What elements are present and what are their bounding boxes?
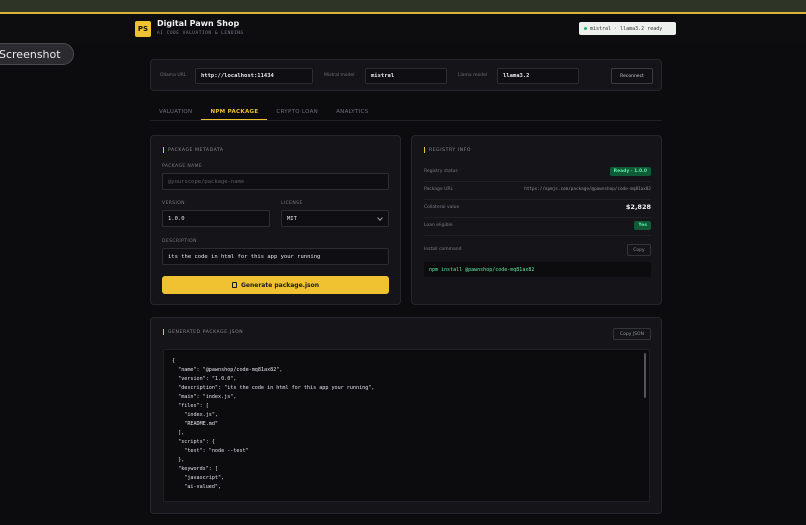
registry-status-badge: Ready · 1.0.0: [609, 166, 651, 176]
package-url-label: Package URL: [424, 186, 454, 192]
divider: [424, 235, 651, 236]
package-name-input[interactable]: @yourscope/package-name: [162, 173, 389, 190]
mistral-model-input[interactable]: mistral: [365, 68, 447, 84]
tab-valuation[interactable]: VALUATION: [150, 104, 201, 120]
code-line: "description": "its the code in html for…: [172, 385, 375, 391]
collateral-value: $2,828: [625, 203, 651, 211]
code-line: "keywords": [: [172, 466, 219, 472]
code-scrollbar[interactable]: [644, 353, 646, 398]
json-code-viewer[interactable]: { "name": "@pawnshop/code-mq81ax82", "ve…: [163, 349, 650, 502]
app-header: [0, 16, 806, 44]
loan-eligible-badge: Yes: [634, 220, 651, 230]
code-line: "scripts": {: [172, 439, 215, 445]
reconnect-button[interactable]: Reconnect: [611, 68, 653, 84]
registry-status-row: Registry status Ready · 1.0.0: [424, 165, 651, 177]
package-name-label: PACKAGE NAME: [162, 164, 203, 169]
license-value: MIT: [287, 215, 297, 222]
llama-model-input[interactable]: llama3.2: [497, 68, 579, 84]
code-line: "main": "index.js",: [172, 394, 237, 400]
tab-npm-package[interactable]: NPM PACKAGE: [201, 104, 268, 120]
connection-config-panel: Ollama URL http://localhost:11434 Mistra…: [150, 59, 662, 91]
ollama-url-label: Ollama URL: [160, 73, 187, 78]
install-command-box: npm install @pawnshop/code-mq81ax82: [424, 262, 651, 277]
screenshot-overlay-button[interactable]: Screenshot: [0, 43, 74, 65]
code-line: "index.js",: [172, 412, 219, 418]
install-command-label: Install command: [424, 247, 462, 252]
divider: [424, 199, 651, 200]
registry-info-panel: REGISTRY INFO Registry status Ready · 1.…: [411, 135, 662, 305]
code-line: "test": "node --test": [172, 448, 249, 454]
generated-json-title: GENERATED PACKAGE.JSON: [163, 329, 243, 335]
license-label: LICENSE: [281, 201, 303, 206]
collateral-row: Collateral value $2,828: [424, 201, 651, 213]
main-tabs: VALUATION NPM PACKAGE CRYPTO LOAN ANALYT…: [150, 104, 377, 120]
tabs-divider: [150, 120, 662, 121]
package-metadata-title: PACKAGE METADATA: [163, 147, 224, 153]
model-status-badge: mistral · llama3.2 ready: [579, 22, 676, 35]
code-line: "ai-valued",: [172, 484, 222, 490]
code-line: {: [172, 358, 176, 364]
version-label: VERSION: [162, 201, 185, 206]
code-line: },: [172, 457, 185, 463]
llama-model-label: Llama model: [458, 73, 488, 78]
tab-crypto-loan[interactable]: CRYPTO LOAN: [267, 104, 327, 120]
package-url-value[interactable]: https://npmjs.com/package/@pawnshop/code…: [524, 187, 651, 192]
app-title: Digital Pawn Shop: [157, 19, 240, 28]
document-icon: [232, 282, 237, 288]
code-line: "version": "1.0.0",: [172, 376, 237, 382]
generate-button-label: Generate package.json: [241, 281, 319, 289]
registry-info-title: REGISTRY INFO: [424, 147, 471, 153]
generated-package-json-panel: GENERATED PACKAGE.JSON Copy JSON { "name…: [150, 317, 662, 514]
registry-status-label: Registry status: [424, 168, 458, 174]
chevron-down-icon: [377, 215, 383, 221]
mistral-model-label: Mistral model: [324, 73, 355, 78]
copy-json-button[interactable]: Copy JSON: [613, 328, 651, 340]
code-line: ],: [172, 430, 185, 436]
code-line: "README.md": [172, 421, 219, 427]
package-metadata-panel: PACKAGE METADATA PACKAGE NAME @yourscope…: [150, 135, 401, 305]
collateral-label: Collateral value: [424, 204, 460, 210]
generate-package-json-button[interactable]: Generate package.json: [162, 276, 389, 294]
top-stripe: [0, 0, 806, 14]
ollama-url-input[interactable]: http://localhost:11434: [195, 68, 313, 84]
status-dot-icon: [584, 27, 587, 30]
version-input[interactable]: 1.0.0: [162, 210, 270, 227]
divider: [424, 181, 651, 182]
copy-install-button[interactable]: Copy: [627, 244, 651, 256]
package-url-row: Package URL https://npmjs.com/package/@p…: [424, 183, 651, 195]
loan-eligible-label: Loan eligible: [424, 222, 453, 228]
description-input[interactable]: its the code in html for this app your r…: [162, 248, 389, 265]
app-tagline: AI CODE VALUATION & LENDING: [157, 31, 244, 36]
code-line: "files": [: [172, 403, 209, 409]
app-logo: PS: [135, 21, 151, 37]
loan-eligible-row: Loan eligible Yes: [424, 219, 651, 231]
description-label: DESCRIPTION: [162, 239, 197, 244]
divider: [424, 217, 651, 218]
model-status-text: mistral · llama3.2 ready: [590, 25, 663, 32]
code-line: "javascript",: [172, 475, 225, 481]
code-line: "name": "@pawnshop/code-mq81ax82",: [172, 367, 283, 373]
tab-analytics[interactable]: ANALYTICS: [327, 104, 377, 120]
license-select[interactable]: MIT: [281, 210, 389, 227]
